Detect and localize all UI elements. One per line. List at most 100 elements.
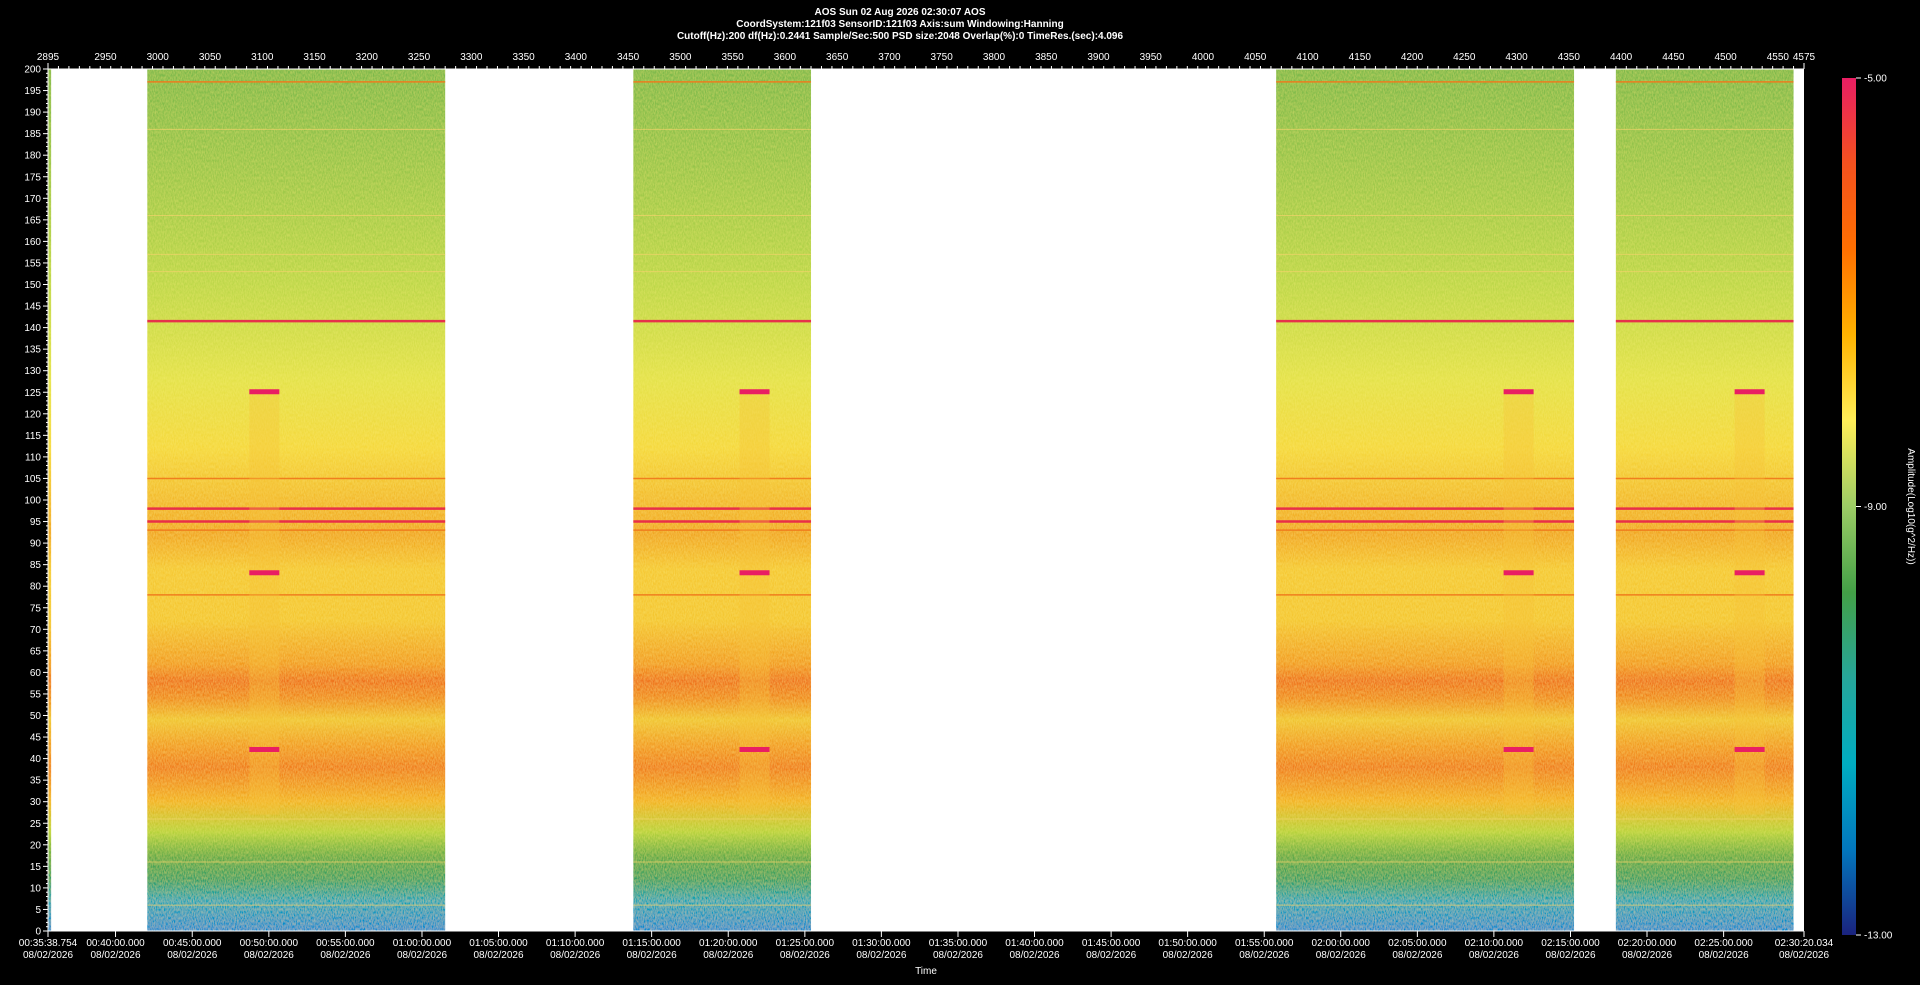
y-tick-label: 95	[30, 517, 42, 528]
colorbar: -5.00 -9.00 -13.00 Amplitude(Log10(g^2/Hz))	[1842, 74, 1916, 942]
x-tick-date: 08/02/2026	[1469, 950, 1519, 961]
y-tick-label: 160	[24, 237, 41, 248]
y-tick-label: 55	[30, 689, 42, 700]
y-tick-label: 165	[24, 215, 41, 226]
x-tick-date: 08/02/2026	[1699, 950, 1749, 961]
top-tick-label: 3250	[408, 52, 431, 63]
top-tick-label: 4100	[1296, 52, 1319, 63]
top-tick-label: 4575	[1793, 52, 1816, 63]
y-tick-label: 130	[24, 366, 41, 377]
y-tick-label: 185	[24, 129, 41, 140]
top-axis: 2895 2950 3000 3050 3100 3150 3200 3250 3300 3350…	[37, 52, 1816, 70]
x-tick-time: 01:25:00.000	[776, 938, 835, 949]
event-marker	[1734, 570, 1765, 576]
y-tick-label: 115	[25, 431, 41, 442]
y-tick-label: 175	[24, 172, 41, 183]
top-tick-label: 3150	[303, 52, 326, 63]
x-tick-date: 08/02/2026	[320, 950, 370, 961]
x-tick-date: 08/02/2026	[933, 950, 983, 961]
x-tick-date: 08/02/2026	[1779, 950, 1829, 961]
x-tick-time: 01:20:00.000	[699, 938, 758, 949]
colorbar-tick-label: -5.00	[1864, 74, 1887, 85]
y-tick-label: 20	[30, 840, 42, 851]
top-tick-label: 4250	[1453, 52, 1476, 63]
y-tick-label: 30	[30, 797, 42, 808]
y-tick-label: 180	[24, 151, 41, 162]
top-tick-label: 3600	[774, 52, 797, 63]
x-tick-time: 01:05:00.000	[469, 938, 528, 949]
top-tick-label: 4450	[1662, 52, 1685, 63]
y-tick-label: 170	[24, 194, 41, 205]
top-tick-label: 3900	[1087, 52, 1110, 63]
spectrogram-chart: AOS Sun 02 Aug 2026 02:30:07 AOS CoordSy…	[0, 0, 1920, 980]
header-line-1: AOS Sun 02 Aug 2026 02:30:07 AOS	[815, 7, 986, 18]
top-tick-label: 3000	[147, 52, 170, 63]
event-marker	[1734, 389, 1765, 395]
x-tick-date: 08/02/2026	[780, 950, 830, 961]
event-marker	[1503, 746, 1534, 752]
colorbar-gradient	[1842, 78, 1856, 935]
y-tick-label: 90	[30, 539, 42, 550]
y-tick-label: 145	[24, 302, 41, 313]
y-tick-label: 195	[24, 86, 41, 97]
x-tick-date: 08/02/2026	[167, 950, 217, 961]
top-tick-label: 3050	[199, 52, 222, 63]
y-tick-label: 135	[24, 345, 41, 356]
spectrogram-segment	[147, 69, 446, 931]
x-tick-date: 08/02/2026	[703, 950, 753, 961]
y-tick-label: 150	[24, 280, 41, 291]
spectrogram-svg: AOS Sun 02 Aug 2026 02:30:07 AOS CoordSy…	[19, 7, 1916, 977]
x-tick-time: 02:10:00.000	[1465, 938, 1524, 949]
x-tick-time: 01:00:00.000	[393, 938, 452, 949]
y-tick-label: 65	[30, 646, 42, 657]
colorbar-label: Amplitude(Log10(g^2/Hz))	[1905, 448, 1916, 564]
top-tick-label: 4200	[1401, 52, 1424, 63]
y-tick-label: 105	[24, 474, 41, 485]
x-tick-date: 08/02/2026	[1545, 950, 1595, 961]
event-marker	[739, 570, 770, 576]
y-tick-label: 140	[24, 323, 41, 334]
top-tick-label: 3500	[669, 52, 692, 63]
event-marker	[739, 746, 770, 752]
y-tick-label: 75	[30, 603, 42, 614]
x-tick-time: 01:40:00.000	[1005, 938, 1064, 949]
top-tick-label: 4050	[1244, 52, 1267, 63]
event-marker	[249, 389, 280, 395]
y-tick-label: 40	[30, 754, 42, 765]
top-tick-label: 2950	[94, 52, 117, 63]
x-tick-time: 02:15:00.000	[1541, 938, 1600, 949]
x-tick-date: 08/02/2026	[1622, 950, 1672, 961]
x-tick-time: 01:55:00.000	[1235, 938, 1294, 949]
event-marker	[1503, 389, 1534, 395]
y-tick-label: 200	[24, 65, 41, 76]
y-tick-label: 60	[30, 668, 42, 679]
x-tick-date: 08/02/2026	[90, 950, 140, 961]
top-tick-label: 3700	[878, 52, 901, 63]
y-tick-label: 85	[30, 560, 42, 571]
top-tick-label: 4150	[1349, 52, 1372, 63]
top-tick-label: 3350	[512, 52, 535, 63]
y-tick-label: 70	[30, 625, 42, 636]
x-tick-date: 08/02/2026	[1163, 950, 1213, 961]
x-tick-time: 00:40:00.000	[86, 938, 145, 949]
y-tick-label: 100	[24, 496, 41, 507]
y-tick-label: 45	[30, 733, 42, 744]
event-marker	[249, 570, 280, 576]
y-tick-label: 25	[30, 819, 42, 830]
top-tick-label: 4000	[1192, 52, 1215, 63]
top-tick-label: 4400	[1610, 52, 1633, 63]
y-tick-label: 190	[24, 108, 41, 119]
y-axis: 0 5 10 15 20 25 30 35 40 45 50 55 60 65 70 75 80 85 90 95 10…	[24, 65, 49, 938]
event-marker	[1734, 746, 1765, 752]
x-tick-date: 08/02/2026	[550, 950, 600, 961]
x-tick-time: 02:30:20.034	[1775, 938, 1834, 949]
x-tick-time: 01:45:00.000	[1082, 938, 1141, 949]
x-tick-date: 08/02/2026	[1392, 950, 1442, 961]
x-axis-label: Time	[915, 966, 937, 977]
header-line-3: Cutoff(Hz):200 df(Hz):0.2441 Sample/Sec:…	[677, 31, 1124, 42]
spectrogram-segment	[1615, 69, 1794, 931]
top-tick-label: 3200	[356, 52, 379, 63]
top-tick-label: 3950	[1140, 52, 1163, 63]
x-tick-time: 01:10:00.000	[546, 938, 605, 949]
top-tick-label: 3300	[460, 52, 483, 63]
